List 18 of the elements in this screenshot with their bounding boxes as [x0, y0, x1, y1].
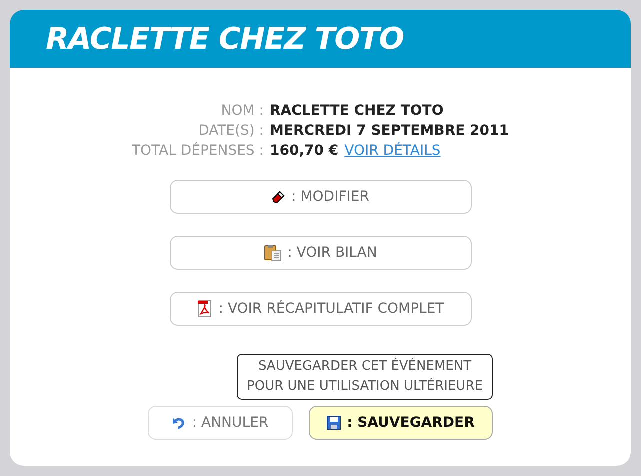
- undo-icon: [172, 416, 186, 430]
- event-title: RACLETTE CHEZ TOTO: [46, 20, 404, 58]
- detail-label: TOTAL DÉPENSES :: [132, 141, 264, 161]
- action-button[interactable]: : VOIR BILAN: [170, 236, 472, 270]
- eraser-icon: [272, 190, 286, 204]
- cancel-button[interactable]: : ANNULER: [148, 406, 293, 440]
- detail-value: RACLETTE CHEZ TOTO: [270, 102, 444, 121]
- action-button[interactable]: : VOIR RÉCAPITULATIF COMPLET: [170, 292, 472, 326]
- details-link[interactable]: VOIR DÉTAILS: [344, 141, 441, 161]
- detail-label: DATE(S) :: [198, 122, 264, 141]
- save-button[interactable]: : SAUVEGARDER: [309, 406, 493, 440]
- detail-value: MERCREDI 7 SEPTEMBRE 2011: [270, 122, 510, 141]
- detail-value: 160,70 €: [270, 142, 339, 161]
- action-button[interactable]: : MODIFIER: [170, 180, 472, 214]
- pdf-icon: [196, 300, 213, 318]
- detail-label: NOM :: [220, 102, 264, 121]
- clipboard-icon: [264, 244, 282, 262]
- tooltip: SAUVEGARDER CET ÉVÉNEMENT POUR UNE UTILISATION ULTÉRIEURE: [237, 354, 493, 400]
